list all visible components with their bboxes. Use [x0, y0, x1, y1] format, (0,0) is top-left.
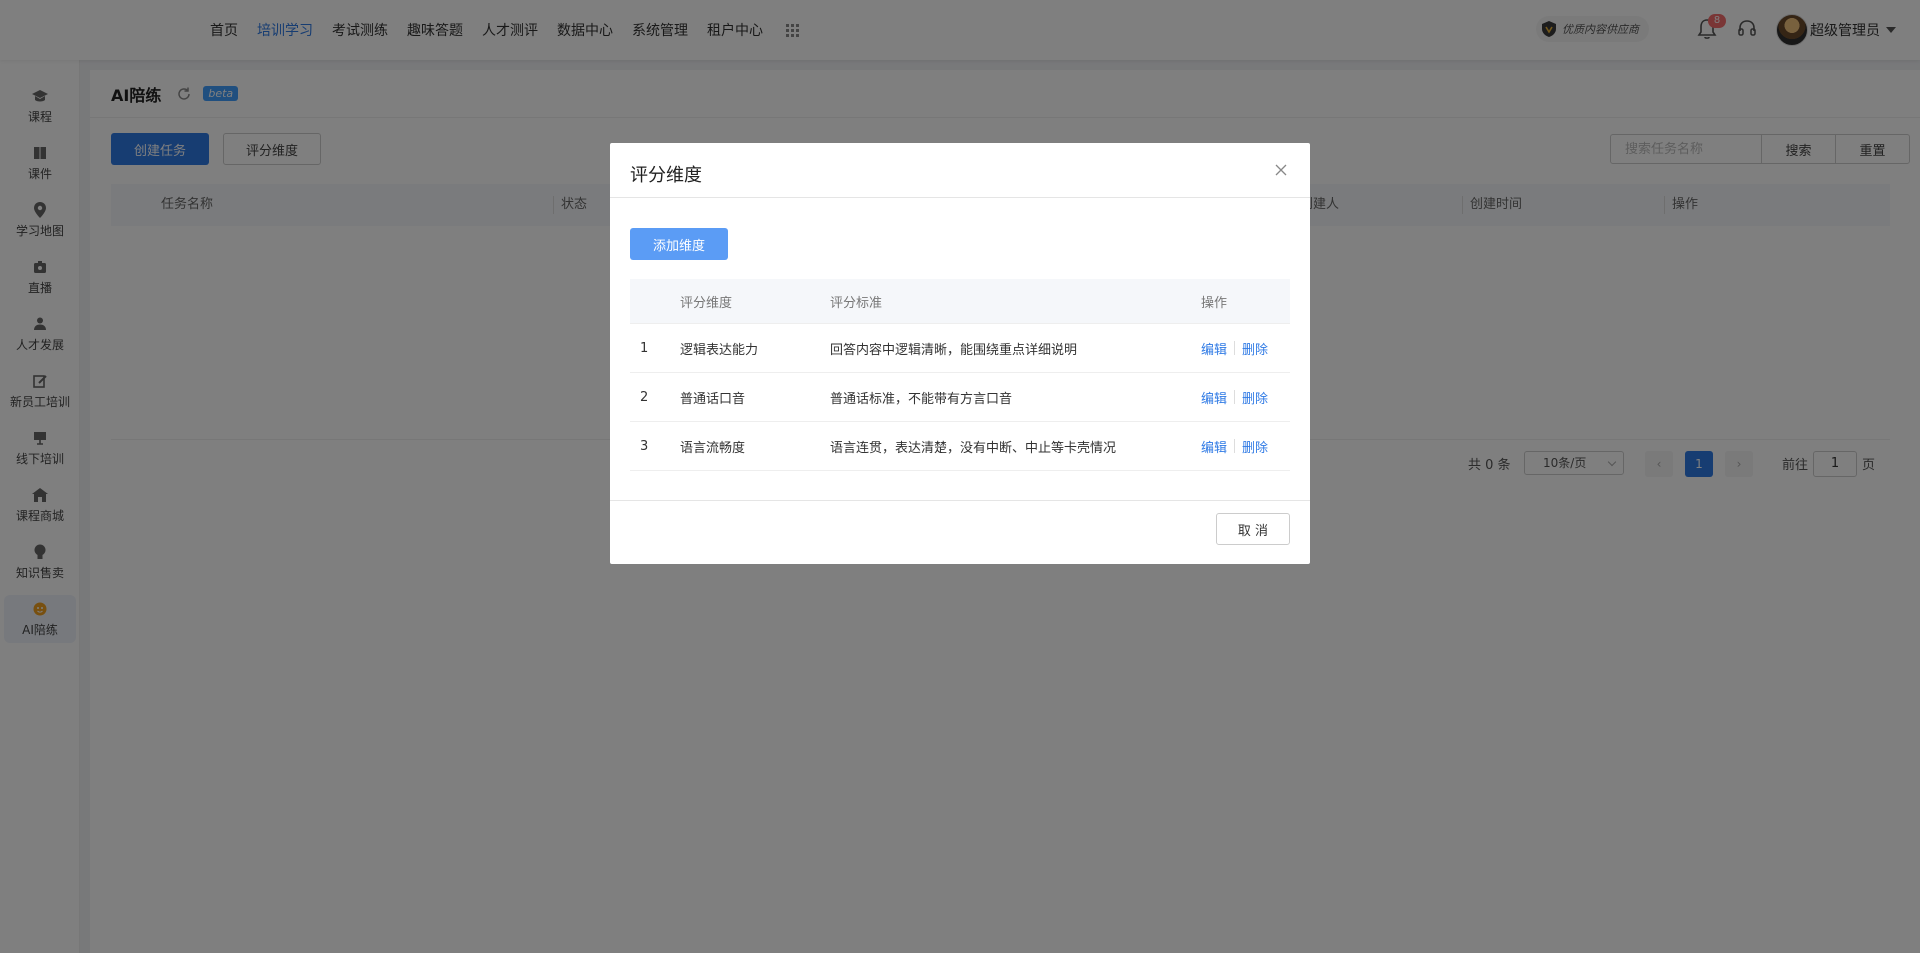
dialog-footer: 取 消: [610, 500, 1310, 564]
row-index: 1: [640, 340, 649, 356]
delete-link[interactable]: 删除: [1242, 437, 1268, 456]
table-row: 1 逻辑表达能力 回答内容中逻辑清晰，能围绕重点详细说明 编辑 删除: [630, 324, 1290, 373]
divider: [1234, 341, 1236, 355]
column-action: 操作: [1201, 295, 1228, 311]
dimension-table-header: 评分维度 评分标准 操作: [630, 279, 1290, 324]
cancel-button[interactable]: 取 消: [1216, 513, 1290, 545]
column-dimension: 评分维度: [680, 295, 733, 311]
table-row: 2 普通话口音 普通话标准，不能带有方言口音 编辑 删除: [630, 373, 1290, 422]
divider: [1234, 390, 1236, 404]
delete-link[interactable]: 删除: [1242, 388, 1268, 407]
row-actions: 编辑 删除: [1201, 422, 1268, 470]
row-index: 2: [640, 389, 649, 405]
close-icon[interactable]: [1274, 163, 1288, 177]
edit-link[interactable]: 编辑: [1201, 339, 1227, 358]
dialog-header: 评分维度: [610, 143, 1310, 198]
scoring-dimension-dialog: 评分维度 添加维度 评分维度 评分标准 操作 1 逻辑表达能力 回答内容中逻辑清…: [610, 143, 1310, 564]
column-standard: 评分标准: [830, 295, 883, 311]
table-row: 3 语言流畅度 语言连贯，表达清楚，没有中断、中止等卡壳情况 编辑 删除: [630, 422, 1290, 471]
dimension-table: 评分维度 评分标准 操作 1 逻辑表达能力 回答内容中逻辑清晰，能围绕重点详细说…: [630, 279, 1290, 471]
dialog-title: 评分维度: [630, 165, 702, 186]
add-dimension-button[interactable]: 添加维度: [630, 228, 728, 260]
row-standard: 语言连贯，表达清楚，没有中断、中止等卡壳情况: [830, 440, 1117, 456]
row-dimension: 普通话口音: [680, 391, 746, 407]
row-dimension: 逻辑表达能力: [680, 342, 759, 358]
row-standard: 回答内容中逻辑清晰，能围绕重点详细说明: [830, 342, 1078, 358]
divider: [1234, 439, 1236, 453]
delete-link[interactable]: 删除: [1242, 339, 1268, 358]
edit-link[interactable]: 编辑: [1201, 388, 1227, 407]
row-dimension: 语言流畅度: [680, 440, 746, 456]
row-actions: 编辑 删除: [1201, 324, 1268, 372]
row-actions: 编辑 删除: [1201, 373, 1268, 421]
row-index: 3: [640, 438, 649, 454]
row-standard: 普通话标准，不能带有方言口音: [830, 391, 1013, 407]
edit-link[interactable]: 编辑: [1201, 437, 1227, 456]
